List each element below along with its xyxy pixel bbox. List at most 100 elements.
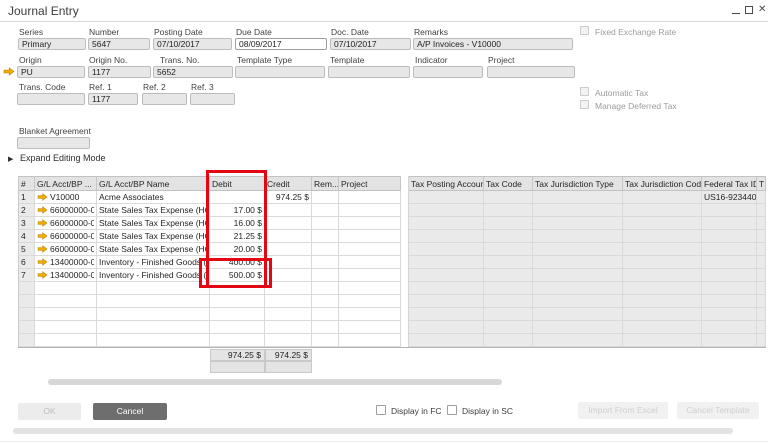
cell-tax_jurisdiction_code[interactable] <box>623 243 702 256</box>
minimize-icon[interactable] <box>732 13 740 14</box>
cell-credit[interactable] <box>265 308 312 321</box>
cell-tax_posting_account[interactable] <box>409 243 484 256</box>
cell-federal_tax_id[interactable]: US16-923440 <box>702 191 757 204</box>
link-arrow-icon[interactable] <box>37 219 48 227</box>
cell-t[interactable] <box>757 256 766 269</box>
link-arrow-icon[interactable] <box>37 258 48 266</box>
cell-project[interactable] <box>339 230 401 243</box>
cell-rem[interactable] <box>312 282 339 295</box>
cell-tax_jurisdiction_code[interactable] <box>623 295 702 308</box>
cell-debit[interactable]: 21.25 $ <box>210 230 265 243</box>
cell-name[interactable] <box>97 334 210 347</box>
cell-tax_jurisdiction_type[interactable] <box>533 282 623 295</box>
column-header-debit[interactable]: Debit <box>210 176 265 191</box>
cell-tax_code[interactable] <box>484 269 533 282</box>
column-header-tax_posting_account[interactable]: Tax Posting Account <box>409 176 484 191</box>
cell-t[interactable] <box>757 321 766 334</box>
cell-credit[interactable]: 974.25 $ <box>265 191 312 204</box>
cell-t[interactable] <box>757 269 766 282</box>
cell-tax_jurisdiction_type[interactable] <box>533 295 623 308</box>
cell-rem[interactable] <box>312 295 339 308</box>
cell-rem[interactable] <box>312 204 339 217</box>
cell-credit[interactable] <box>265 256 312 269</box>
cell-tax_posting_account[interactable] <box>409 282 484 295</box>
cell-debit[interactable]: 400.00 $ <box>210 256 265 269</box>
column-header-name[interactable]: G/L Acct/BP Name <box>97 176 210 191</box>
cell-tax_jurisdiction_type[interactable] <box>533 334 623 347</box>
cell-tax_code[interactable] <box>484 334 533 347</box>
cell-project[interactable] <box>339 295 401 308</box>
cell-acct[interactable] <box>35 295 97 308</box>
cell-num[interactable] <box>18 295 35 308</box>
close-icon[interactable]: ✕ <box>758 5 766 15</box>
cell-acct[interactable]: 13400000-01- <box>35 256 97 269</box>
cell-debit[interactable] <box>210 295 265 308</box>
cell-acct[interactable]: 66000000-01- <box>35 217 97 230</box>
expand-editing-mode[interactable]: Expand Editing Mode <box>20 153 106 163</box>
cancel-template-button[interactable]: Cancel Template <box>677 402 759 419</box>
cell-debit[interactable]: 500.00 $ <box>210 269 265 282</box>
cell-name[interactable] <box>97 321 210 334</box>
cell-tax_code[interactable] <box>484 204 533 217</box>
cell-tax_code[interactable] <box>484 321 533 334</box>
series-field[interactable]: Primary <box>18 38 86 50</box>
cell-credit[interactable] <box>265 230 312 243</box>
cell-tax_posting_account[interactable] <box>409 334 484 347</box>
cell-debit[interactable] <box>210 321 265 334</box>
cell-tax_code[interactable] <box>484 243 533 256</box>
cell-tax_jurisdiction_code[interactable] <box>623 282 702 295</box>
column-header-tax_jurisdiction_code[interactable]: Tax Jurisdiction Code <box>623 176 702 191</box>
manage-deferred-tax-checkbox[interactable] <box>580 100 589 109</box>
cell-project[interactable] <box>339 204 401 217</box>
cell-project[interactable] <box>339 217 401 230</box>
cell-num[interactable]: 6 <box>18 256 35 269</box>
cell-project[interactable] <box>339 321 401 334</box>
cell-rem[interactable] <box>312 269 339 282</box>
cell-num[interactable] <box>18 308 35 321</box>
cell-t[interactable] <box>757 204 766 217</box>
cell-tax_jurisdiction_code[interactable] <box>623 217 702 230</box>
cell-project[interactable] <box>339 308 401 321</box>
trans-no-field[interactable]: 5652 <box>153 66 233 78</box>
cell-tax_code[interactable] <box>484 295 533 308</box>
column-header-rem[interactable]: Rem... <box>312 176 339 191</box>
link-arrow-icon[interactable] <box>37 206 48 214</box>
cell-acct[interactable] <box>35 334 97 347</box>
cell-tax_jurisdiction_type[interactable] <box>533 269 623 282</box>
cell-tax_jurisdiction_code[interactable] <box>623 269 702 282</box>
cell-tax_posting_account[interactable] <box>409 308 484 321</box>
cell-tax_posting_account[interactable] <box>409 321 484 334</box>
cell-federal_tax_id[interactable] <box>702 269 757 282</box>
cell-t[interactable] <box>757 230 766 243</box>
fixed-exchange-rate-checkbox[interactable] <box>580 26 589 35</box>
cell-federal_tax_id[interactable] <box>702 282 757 295</box>
cell-t[interactable] <box>757 243 766 256</box>
import-from-excel-button[interactable]: Import From Excel <box>578 402 668 419</box>
cell-num[interactable]: 2 <box>18 204 35 217</box>
cell-debit[interactable]: 17.00 $ <box>210 204 265 217</box>
display-in-sc-checkbox[interactable] <box>447 405 457 415</box>
display-in-fc-checkbox[interactable] <box>376 405 386 415</box>
column-header-acct[interactable]: G/L Acct/BP ... <box>35 176 97 191</box>
doc-date-field[interactable]: 07/10/2017 <box>330 38 411 50</box>
cell-num[interactable]: 7 <box>18 269 35 282</box>
ref2-field[interactable] <box>142 93 187 105</box>
cell-debit[interactable]: 16.00 $ <box>210 217 265 230</box>
cell-name[interactable]: Inventory - Finished Goods (HO <box>97 256 210 269</box>
cell-tax_jurisdiction_type[interactable] <box>533 191 623 204</box>
table-horizontal-scrollbar[interactable] <box>48 379 502 385</box>
template-field[interactable] <box>328 66 410 78</box>
cell-federal_tax_id[interactable] <box>702 256 757 269</box>
cell-num[interactable]: 1 <box>18 191 35 204</box>
cell-tax_posting_account[interactable] <box>409 191 484 204</box>
cell-federal_tax_id[interactable] <box>702 217 757 230</box>
link-arrow-icon[interactable] <box>3 67 15 76</box>
cell-acct[interactable]: 13400000-01- <box>35 269 97 282</box>
cell-rem[interactable] <box>312 334 339 347</box>
cell-federal_tax_id[interactable] <box>702 334 757 347</box>
column-header-federal_tax_id[interactable]: Federal Tax ID <box>702 176 757 191</box>
column-header-t[interactable]: T <box>757 176 766 191</box>
cell-rem[interactable] <box>312 256 339 269</box>
indicator-field[interactable] <box>413 66 483 78</box>
cell-tax_code[interactable] <box>484 230 533 243</box>
